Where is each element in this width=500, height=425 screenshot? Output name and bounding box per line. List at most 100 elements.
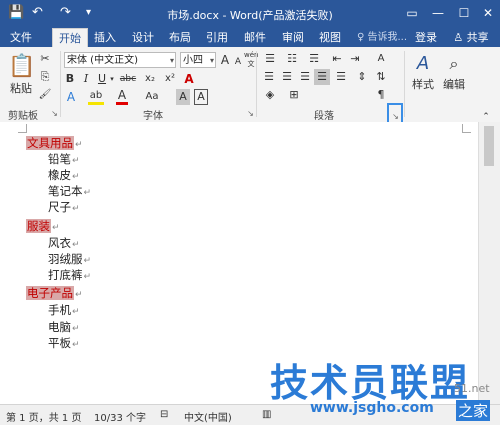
shrink-font-icon[interactable]: A	[232, 54, 244, 70]
tab-insert[interactable]: 插入	[90, 28, 120, 47]
subscript-button[interactable]: x₂	[142, 71, 158, 87]
decrease-indent-icon[interactable]: ⇤	[330, 51, 344, 67]
superscript-button[interactable]: x²	[162, 71, 178, 87]
list-item[interactable]: 电子产品 ↵	[26, 286, 83, 303]
font-size-value: 小四	[183, 55, 203, 66]
heading-text: 电子产品	[26, 286, 74, 300]
clear-format-icon[interactable]: A	[182, 71, 196, 87]
list-item[interactable]: 橡皮↵	[48, 168, 80, 185]
chevron-down-icon[interactable]: ▾	[109, 71, 115, 87]
tab-design[interactable]: 设计	[128, 28, 158, 47]
font-size-combo[interactable]: 小四 ▾	[180, 52, 216, 68]
styles-gallery-icon[interactable]: A	[410, 53, 436, 75]
character-border-icon[interactable]: A	[194, 89, 208, 105]
list-item[interactable]: 尺子↵	[48, 200, 80, 217]
italic-button[interactable]: I	[80, 71, 92, 87]
numbering-icon[interactable]: ☷	[284, 51, 300, 67]
bullets-icon[interactable]: ☰	[262, 51, 278, 67]
list-item[interactable]: 服装 ↵	[26, 219, 60, 236]
list-item[interactable]: 文具用品 ↵	[26, 136, 83, 153]
format-painter-icon[interactable]: 🖌	[38, 87, 52, 103]
sort-icon[interactable]: ⇅	[374, 69, 388, 85]
undo-icon[interactable]: ↶	[32, 5, 43, 20]
list-item[interactable]: 风衣↵	[48, 236, 80, 253]
tab-mailings[interactable]: 邮件	[240, 28, 270, 47]
qa-customize-icon[interactable]: ▾	[86, 7, 91, 18]
change-case-icon[interactable]: Aa	[142, 89, 162, 105]
distributed-icon[interactable]: ☰	[334, 69, 348, 85]
language-indicator[interactable]: 中文(中国)	[184, 409, 232, 424]
text-effects-icon[interactable]: A	[64, 89, 78, 105]
watermark-home: 之家	[456, 400, 491, 421]
shading-icon[interactable]: ◈	[262, 87, 278, 103]
tell-me-search[interactable]: ♀ 告诉我...	[352, 28, 412, 47]
minimize-icon[interactable]: —	[426, 4, 450, 22]
share-button[interactable]: ♙ 共享	[445, 28, 497, 47]
clipboard-launcher-icon[interactable]: ↘	[50, 109, 59, 118]
item-text: 打底裤	[48, 268, 83, 282]
list-item[interactable]: 平板↵	[48, 336, 80, 353]
redo-icon[interactable]: ↷	[60, 5, 71, 20]
show-marks-icon[interactable]: ¶	[374, 87, 388, 103]
ribbon-home: 📋 粘贴 ✂ ⎘ 🖌 剪贴板 ↘ 宋体 (中文正文) ▾ 小四 ▾ A A wé…	[0, 47, 500, 123]
align-left-icon[interactable]: ☰	[262, 69, 276, 85]
highlight-color-icon[interactable]: ab	[88, 89, 104, 105]
borders-icon[interactable]: ⊞	[286, 87, 302, 103]
list-item[interactable]: 铅笔↵	[48, 152, 80, 169]
macro-icon[interactable]: ⊟	[160, 409, 168, 420]
paragraph-mark: ↵	[72, 156, 80, 166]
item-text: 羽绒服	[48, 252, 83, 266]
word-count[interactable]: 10/33 个字	[94, 409, 146, 424]
tab-layout[interactable]: 布局	[165, 28, 195, 47]
multilevel-list-icon[interactable]: ☴	[306, 51, 322, 67]
tab-references[interactable]: 引用	[202, 28, 232, 47]
line-spacing-icon[interactable]: ⇕	[354, 69, 370, 85]
align-right-icon[interactable]: ☰	[298, 69, 312, 85]
margin-corner-mark	[462, 124, 471, 133]
editing-icon[interactable]: ⌕	[442, 53, 466, 75]
close-icon[interactable]: ✕	[476, 4, 500, 22]
copy-icon[interactable]: ⎘	[38, 69, 52, 85]
font-color-icon[interactable]: A	[116, 89, 128, 105]
ribbon-display-icon[interactable]: ▭	[400, 4, 424, 22]
underline-button[interactable]: U	[96, 71, 108, 87]
item-text: 尺子	[48, 200, 71, 214]
paste-button[interactable]: 粘贴	[8, 81, 34, 97]
tab-file[interactable]: 文件	[4, 28, 38, 47]
paragraph-mark: ↵	[83, 272, 92, 282]
editing-button[interactable]: 编辑	[440, 77, 468, 93]
cut-icon[interactable]: ✂	[38, 51, 52, 67]
tab-view[interactable]: 视图	[315, 28, 345, 47]
list-item[interactable]: 电脑↵	[48, 320, 80, 337]
character-shading-icon[interactable]: A	[176, 89, 190, 105]
page-count[interactable]: 第 1 页，共 1 页	[6, 409, 81, 424]
tab-home[interactable]: 开始	[52, 28, 88, 47]
item-text: 平板	[48, 336, 71, 350]
justify-icon[interactable]: ☰	[314, 69, 330, 85]
list-item[interactable]: 打底裤↵	[48, 268, 91, 285]
list-item[interactable]: 手机↵	[48, 303, 80, 320]
login-link[interactable]: 登录	[412, 28, 440, 47]
scrollbar-thumb[interactable]	[484, 126, 494, 166]
group-divider	[256, 51, 257, 117]
asian-layout-icon[interactable]: A	[374, 51, 388, 67]
list-item[interactable]: 羽绒服↵	[48, 252, 91, 269]
save-icon[interactable]: 💾	[8, 5, 24, 20]
watermark: 技术员联盟 51.net www.jsgho.com 之家	[270, 352, 500, 424]
tab-review[interactable]: 审阅	[278, 28, 308, 47]
paste-icon[interactable]: 📋	[8, 53, 35, 81]
increase-indent-icon[interactable]: ⇥	[348, 51, 362, 67]
styles-button[interactable]: 样式	[408, 77, 438, 93]
align-center-icon[interactable]: ☰	[280, 69, 294, 85]
heading-text: 文具用品	[26, 136, 74, 150]
font-launcher-icon[interactable]: ↘	[246, 109, 255, 118]
bold-button[interactable]: B	[64, 71, 76, 87]
chevron-down-icon: ▾	[169, 56, 174, 65]
font-group-label: 字体	[143, 111, 163, 122]
grow-font-icon[interactable]: A	[218, 52, 232, 68]
font-name-combo[interactable]: 宋体 (中文正文) ▾	[64, 52, 176, 68]
paragraph-mark: ↵	[83, 188, 92, 198]
list-item[interactable]: 笔记本↵	[48, 184, 91, 201]
strikethrough-button[interactable]: abc	[118, 71, 138, 87]
maximize-icon[interactable]: ☐	[452, 4, 476, 22]
